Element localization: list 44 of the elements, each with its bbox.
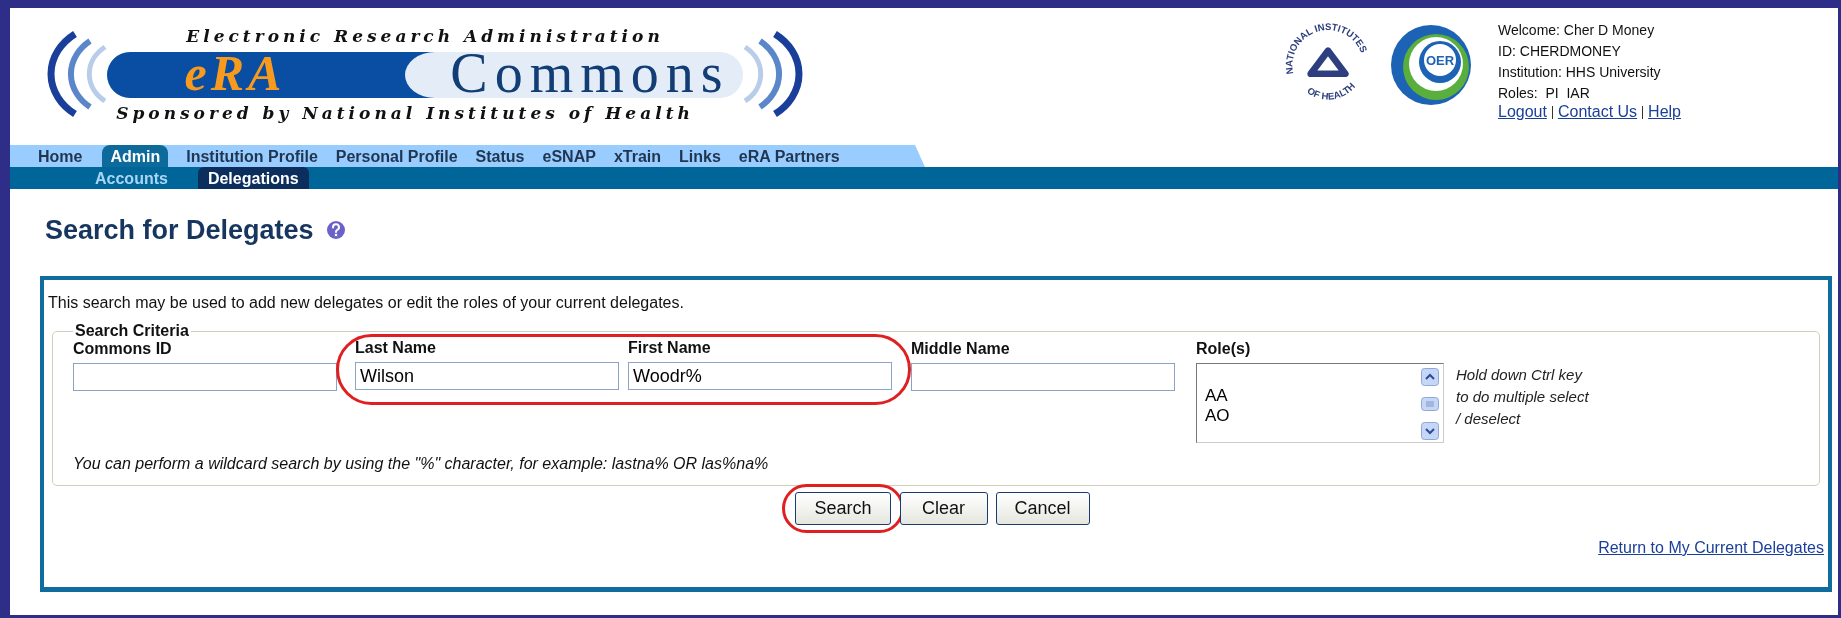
nav-tab[interactable]: eRA Partners bbox=[730, 145, 848, 167]
help-icon[interactable] bbox=[325, 220, 346, 240]
sub-tab[interactable]: Delegations bbox=[197, 167, 309, 189]
scroll-down-icon[interactable] bbox=[1421, 422, 1439, 440]
page-title: Search for Delegates bbox=[45, 214, 314, 246]
list-option[interactable]: AA bbox=[1205, 386, 1228, 406]
era-commons-logo: Electronic Research Administration eRA Commons Sponsored by National Institutes of Health bbox=[35, 14, 815, 129]
header-link[interactable]: Logout bbox=[1498, 104, 1547, 120]
field-label: Role(s) bbox=[1196, 340, 1251, 358]
nav-tab[interactable]: Personal Profile bbox=[327, 145, 466, 167]
input-field[interactable] bbox=[73, 363, 337, 391]
input-field[interactable] bbox=[911, 363, 1175, 391]
field-label: First Name bbox=[628, 339, 711, 357]
input-field[interactable]: Woodr% bbox=[628, 362, 892, 390]
nav-tab[interactable]: Links bbox=[671, 145, 729, 167]
user-info-text: ID: CHERDMONEY bbox=[1498, 42, 1621, 61]
nav-tab[interactable]: xTrain bbox=[605, 145, 669, 167]
user-info-text: Welcome: Cher D Money bbox=[1498, 21, 1655, 40]
roles-listbox[interactable]: AA AO bbox=[1196, 363, 1444, 443]
user-info-text: Institution: HHS University bbox=[1498, 63, 1661, 82]
return-link[interactable]: Return to My Current Delegates bbox=[1598, 539, 1824, 557]
sub-tab[interactable]: Accounts bbox=[85, 167, 178, 189]
form-button[interactable]: Cancel bbox=[995, 492, 1090, 525]
list-option[interactable]: AO bbox=[1205, 406, 1230, 426]
nav-tab[interactable]: Admin bbox=[102, 145, 169, 167]
scroll-up-icon[interactable] bbox=[1421, 368, 1439, 386]
wildcard-hint-text: You can perform a wildcard search by using the "%" character, for example: lastna% OR las%na% bbox=[73, 455, 769, 473]
scroll-thumb-icon[interactable] bbox=[1421, 397, 1439, 411]
intro-text: This search may be used to add new delegates or edit the roles of your current delegates. bbox=[48, 294, 684, 312]
user-info-text: Roles: PI IAR bbox=[1498, 84, 1590, 103]
nav-tab[interactable]: Status bbox=[467, 145, 533, 167]
roles-hint-text: Hold down Ctrl key to do multiple select / deselect bbox=[1456, 365, 1590, 429]
form-button[interactable]: Search bbox=[795, 492, 891, 525]
form-button[interactable]: Clear bbox=[899, 492, 988, 525]
header-link[interactable]: Contact Us bbox=[1557, 104, 1638, 120]
header-link[interactable]: Help bbox=[1648, 104, 1681, 120]
input-field[interactable]: Wilson bbox=[355, 362, 619, 390]
field-label: Commons ID bbox=[73, 340, 172, 358]
nav-tab[interactable]: Home bbox=[30, 145, 91, 167]
field-label: Last Name bbox=[355, 339, 436, 357]
fieldset-legend: Search Criteria bbox=[73, 322, 191, 340]
nav-tab[interactable]: eSNAP bbox=[534, 145, 604, 167]
field-label: Middle Name bbox=[911, 340, 1010, 358]
nav-tab[interactable]: Institution Profile bbox=[178, 145, 326, 167]
